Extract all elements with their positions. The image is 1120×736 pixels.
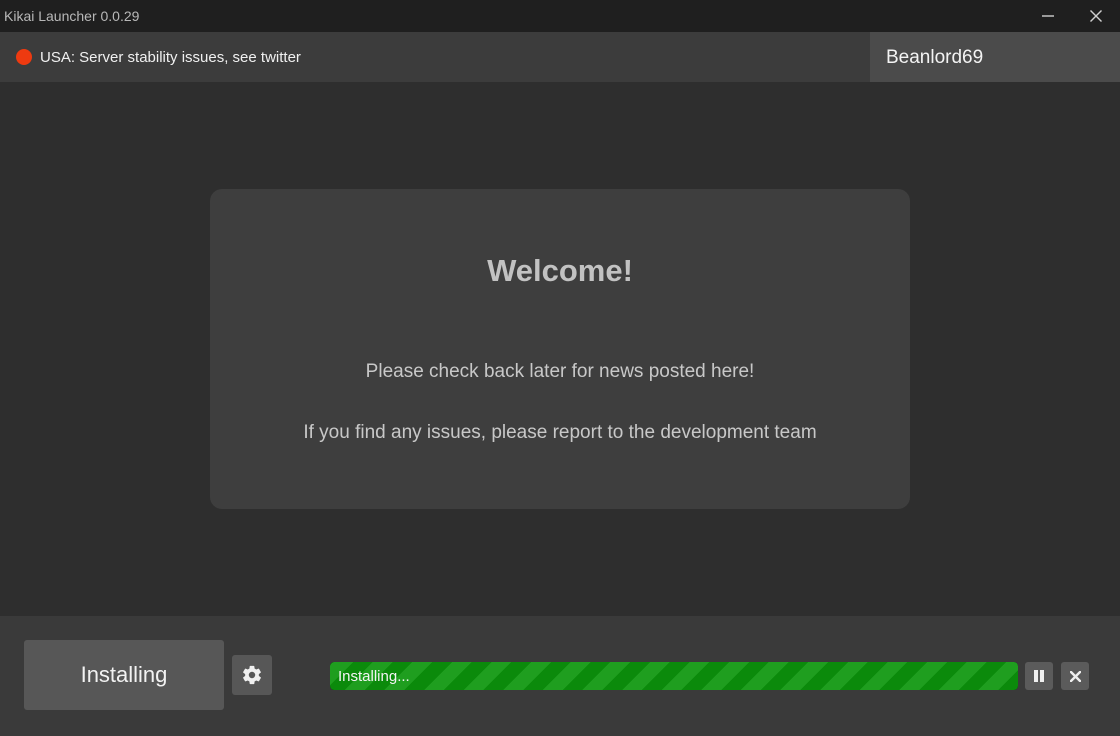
close-window-button[interactable]	[1073, 0, 1119, 32]
news-area: Welcome! Please check back later for new…	[0, 82, 1120, 616]
news-text: Please check back later for news posted …	[365, 361, 755, 382]
minimize-icon	[1042, 15, 1054, 17]
footer-bar: Installing Installing...	[0, 616, 1120, 736]
status-bar: USA: Server stability issues, see twitte…	[0, 32, 1120, 82]
gear-icon	[243, 665, 261, 685]
settings-button[interactable]	[232, 655, 272, 695]
title-bar: Kikai Launcher 0.0.29	[0, 0, 1120, 32]
news-title: Welcome!	[487, 253, 633, 288]
minimize-button[interactable]	[1025, 0, 1071, 32]
user-panel[interactable]: Beanlord69	[870, 32, 1120, 82]
install-progress-bar: Installing...	[330, 662, 1018, 690]
window-title: Kikai Launcher 0.0.29	[4, 8, 140, 24]
install-button[interactable]: Installing	[24, 640, 224, 710]
news-text: If you find any issues, please report to…	[303, 422, 817, 443]
username: Beanlord69	[886, 47, 984, 68]
cancel-install-button[interactable]	[1061, 662, 1089, 690]
close-icon	[1090, 10, 1102, 22]
pause-button[interactable]	[1025, 662, 1053, 690]
server-status-message: USA: Server stability issues, see twitte…	[40, 49, 301, 66]
server-status-indicator	[16, 49, 32, 65]
close-icon	[1069, 670, 1081, 682]
news-card: Welcome! Please check back later for new…	[210, 189, 910, 509]
pause-icon	[1034, 670, 1044, 682]
progress-fill	[330, 662, 1018, 690]
progress-label: Installing...	[338, 668, 410, 685]
